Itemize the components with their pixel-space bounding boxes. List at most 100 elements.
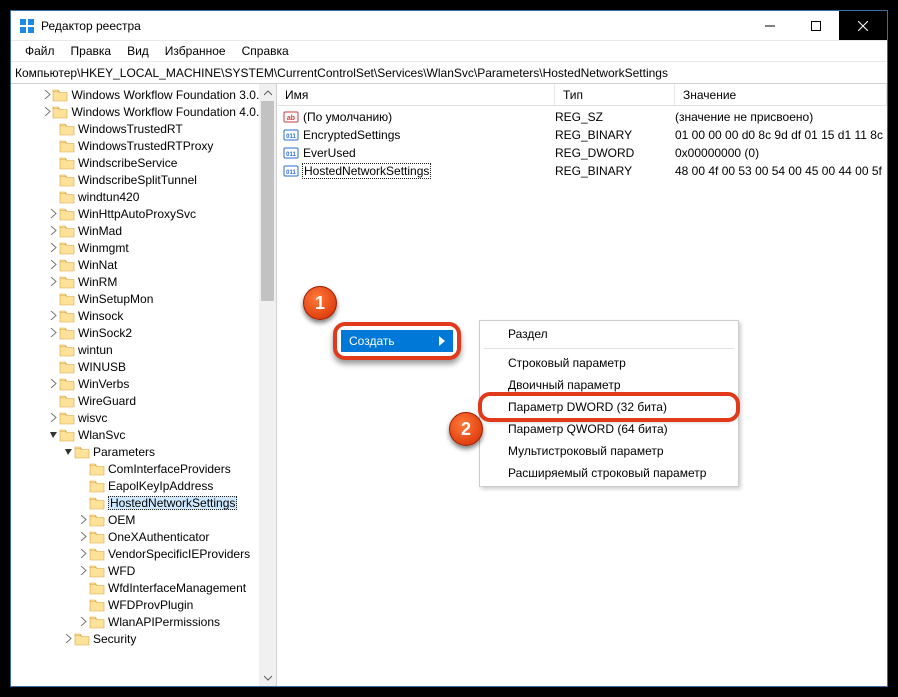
tree-item-label: WfdInterfaceManagement [108, 581, 246, 595]
tree-item-label: WinSetupMon [78, 292, 153, 306]
chevron-right-icon[interactable] [47, 311, 59, 320]
column-headers[interactable]: Имя Тип Значение [277, 84, 887, 106]
scroll-down-icon[interactable] [259, 669, 276, 686]
tree-panel[interactable]: Windows Workflow Foundation 3.0.0.0Windo… [11, 84, 277, 686]
chevron-right-icon[interactable] [47, 277, 59, 286]
value-row[interactable]: ab(По умолчанию)REG_SZ(значение не присв… [277, 108, 887, 126]
chevron-right-icon[interactable] [47, 260, 59, 269]
tree-item-label: OneXAuthenticator [108, 530, 209, 544]
chevron-right-icon[interactable] [47, 379, 59, 388]
close-button[interactable] [839, 11, 887, 40]
tree-item[interactable]: WindscribeSplitTunnel [11, 171, 276, 188]
tree-item[interactable]: HostedNetworkSettings [11, 494, 276, 511]
col-value[interactable]: Значение [675, 84, 887, 105]
tree-item[interactable]: WinRM [11, 273, 276, 290]
submenu-item[interactable]: Параметр QWORD (64 бита) [482, 418, 736, 440]
tree-item[interactable]: WFD [11, 562, 276, 579]
chevron-right-icon[interactable] [42, 90, 52, 99]
submenu-item[interactable]: Мультистроковый параметр [482, 440, 736, 462]
value-row[interactable]: 011EverUsedREG_DWORD0x00000000 (0) [277, 144, 887, 162]
submenu-item[interactable]: Раздел [482, 323, 736, 345]
submenu-item[interactable]: Расширяемый строковый параметр [482, 462, 736, 484]
tree-item[interactable]: WinSock2 [11, 324, 276, 341]
submenu-item[interactable]: Двоичный параметр [482, 374, 736, 396]
tree-item[interactable]: ComInterfaceProviders [11, 460, 276, 477]
menu-0[interactable]: Файл [17, 42, 63, 60]
chevron-right-icon[interactable] [47, 209, 59, 218]
tree-item[interactable]: WinVerbs [11, 375, 276, 392]
col-type[interactable]: Тип [555, 84, 675, 105]
tree-item[interactable]: Winmgmt [11, 239, 276, 256]
binary-value-icon: 011 [283, 163, 299, 179]
tree-item[interactable]: WlanAPIPermissions [11, 613, 276, 630]
chevron-down-icon[interactable] [47, 430, 59, 439]
tree-item[interactable]: EapolKeyIpAddress [11, 477, 276, 494]
chevron-right-icon[interactable] [62, 634, 74, 643]
value-data: 01 00 00 00 d0 8c 9d df 01 15 d1 11 8c [675, 128, 887, 142]
menu-1[interactable]: Правка [63, 42, 120, 60]
tree-item[interactable]: WireGuard [11, 392, 276, 409]
folder-icon [89, 546, 105, 562]
tree-item[interactable]: WindscribeService [11, 154, 276, 171]
folder-icon [74, 631, 90, 647]
address-bar[interactable]: Компьютер\HKEY_LOCAL_MACHINE\SYSTEM\Curr… [11, 62, 887, 84]
tree-item[interactable]: WinSetupMon [11, 290, 276, 307]
value-row[interactable]: 011HostedNetworkSettingsREG_BINARY48 00 … [277, 162, 887, 180]
tree-item[interactable]: WindowsTrustedRTProxy [11, 137, 276, 154]
chevron-right-icon[interactable] [47, 413, 59, 422]
minimize-button[interactable] [747, 11, 793, 40]
binary-value-icon: 011 [283, 127, 299, 143]
tree-item[interactable]: WlanSvc [11, 426, 276, 443]
tree-item[interactable]: WindowsTrustedRT [11, 120, 276, 137]
tree-item[interactable]: WFDProvPlugin [11, 596, 276, 613]
chevron-right-icon[interactable] [42, 107, 52, 116]
tree-item[interactable]: Security [11, 630, 276, 647]
tree-item[interactable]: Parameters [11, 443, 276, 460]
chevron-right-icon[interactable] [77, 549, 89, 558]
folder-icon [59, 240, 75, 256]
value-row[interactable]: 011EncryptedSettingsREG_BINARY01 00 00 0… [277, 126, 887, 144]
tree-item[interactable]: windtun420 [11, 188, 276, 205]
menubar: ФайлПравкаВидИзбранноеСправка [11, 41, 887, 62]
value-type: REG_BINARY [555, 164, 675, 178]
chevron-right-icon[interactable] [47, 328, 59, 337]
value-name: EncryptedSettings [303, 128, 555, 142]
tree-item-label: VendorSpecificIEProviders [108, 547, 250, 561]
tree-item[interactable]: WinMad [11, 222, 276, 239]
tree-item[interactable]: OEM [11, 511, 276, 528]
col-name[interactable]: Имя [277, 84, 555, 105]
chevron-right-icon[interactable] [47, 226, 59, 235]
menu-item-create[interactable]: Создать [341, 330, 453, 352]
tree-item-label: WindscribeSplitTunnel [78, 173, 197, 187]
submenu-item[interactable]: Параметр DWORD (32 бита) [482, 396, 736, 418]
menu-3[interactable]: Избранное [157, 42, 234, 60]
folder-icon [59, 155, 75, 171]
menu-2[interactable]: Вид [119, 42, 157, 60]
tree-item[interactable]: WfdInterfaceManagement [11, 579, 276, 596]
chevron-right-icon[interactable] [47, 243, 59, 252]
value-name: EverUsed [303, 146, 555, 160]
tree-item[interactable]: Windows Workflow Foundation 3.0.0.0 [11, 86, 276, 103]
tree-item[interactable]: VendorSpecificIEProviders [11, 545, 276, 562]
chevron-right-icon[interactable] [77, 617, 89, 626]
tree-item[interactable]: WINUSB [11, 358, 276, 375]
chevron-down-icon[interactable] [62, 447, 74, 456]
tree-item[interactable]: OneXAuthenticator [11, 528, 276, 545]
tree-item[interactable]: Windows Workflow Foundation 4.0.0.0 [11, 103, 276, 120]
tree-item[interactable]: wisvc [11, 409, 276, 426]
tree-item[interactable]: Winsock [11, 307, 276, 324]
chevron-right-icon[interactable] [77, 566, 89, 575]
tree-item[interactable]: wintun [11, 341, 276, 358]
tree-item[interactable]: WinNat [11, 256, 276, 273]
folder-icon [59, 274, 75, 290]
tree-scrollbar[interactable] [259, 84, 276, 686]
chevron-right-icon[interactable] [77, 532, 89, 541]
chevron-right-icon[interactable] [77, 515, 89, 524]
tree-item-label: WindowsTrustedRT [78, 122, 183, 136]
tree-item[interactable]: WinHttpAutoProxySvc [11, 205, 276, 222]
maximize-button[interactable] [793, 11, 839, 40]
scroll-up-icon[interactable] [259, 84, 276, 101]
scroll-thumb[interactable] [261, 101, 274, 301]
menu-4[interactable]: Справка [234, 42, 297, 60]
submenu-item[interactable]: Строковый параметр [482, 352, 736, 374]
